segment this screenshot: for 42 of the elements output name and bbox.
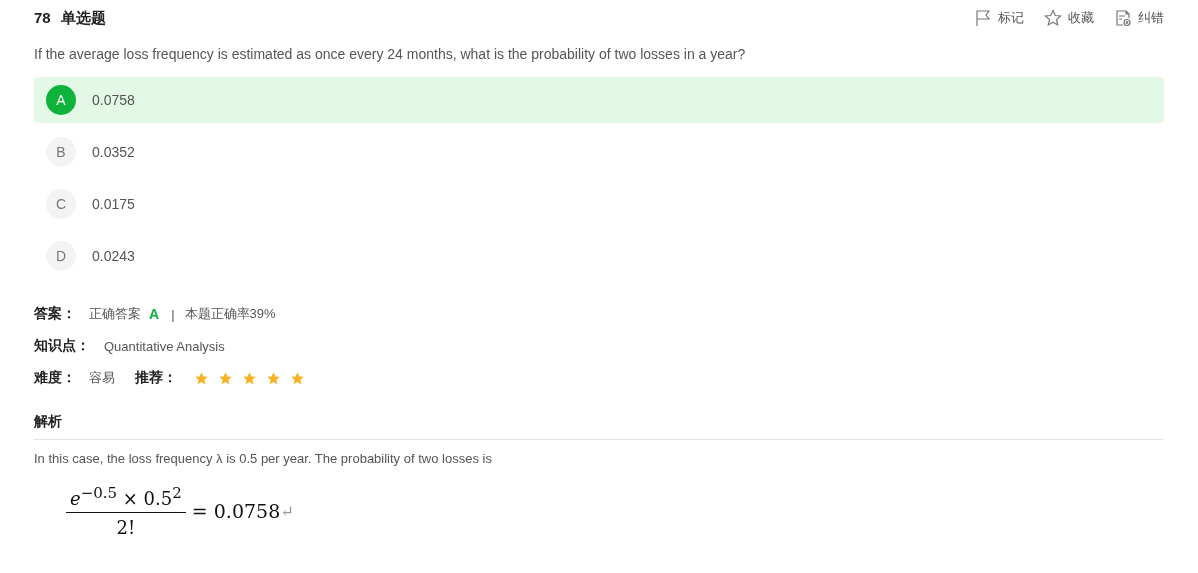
formula-denominator: 2! <box>116 516 136 538</box>
formula-numerator: e$^{−0.5}$ × 0.5$^{2}$ <box>66 484 186 513</box>
flag-icon <box>974 9 992 27</box>
separator: | <box>171 306 175 322</box>
knowledge-label: 知识点： <box>34 337 91 355</box>
option-text: 0.0243 <box>92 248 135 264</box>
star-icon <box>1044 9 1062 27</box>
option-text: 0.0352 <box>92 144 135 160</box>
question-number: 78 <box>34 8 51 28</box>
answer-option[interactable]: D 0.0243 <box>34 233 1164 279</box>
answer-option[interactable]: A 0.0758 <box>34 77 1164 123</box>
analysis-text: In this case, the loss frequency λ is 0.5 per year. The probability of two losses is <box>34 451 493 466</box>
star-button[interactable]: 收藏 <box>1044 9 1094 27</box>
difficulty-label: 难度： <box>34 369 77 387</box>
option-text: 0.0758 <box>92 92 135 108</box>
star-icon <box>242 370 257 386</box>
difficulty-value: 容易 <box>89 369 115 387</box>
report-button[interactable]: 纠错 <box>1114 9 1164 27</box>
recommend-label: 推荐： <box>135 369 178 387</box>
knowledge-value: Quantitative Analysis <box>104 338 225 354</box>
star-icon <box>218 370 233 386</box>
answer-option[interactable]: C 0.0175 <box>34 181 1164 227</box>
option-letter: C <box>46 189 76 219</box>
star-icon <box>290 370 305 386</box>
correct-answer-letter: A <box>149 306 160 322</box>
answer-option[interactable]: B 0.0352 <box>34 129 1164 175</box>
star-icon <box>266 370 281 386</box>
correct-answer-label: 正确答案 <box>89 305 141 323</box>
document-icon <box>1114 9 1132 27</box>
question-type: 单选题 <box>60 8 106 28</box>
option-letter: B <box>46 137 76 167</box>
return-mark: ↵ <box>280 501 294 521</box>
formula-result: = 0.0758 <box>191 500 281 522</box>
option-letter: D <box>46 241 76 271</box>
option-text: 0.0175 <box>92 196 135 212</box>
question-text: If the average loss frequency is estimated as once every 24 months, what is the probability of two losses in a year? <box>34 46 747 62</box>
answer-label: 答案： <box>34 305 77 323</box>
flag-button[interactable]: 标记 <box>974 9 1024 27</box>
analysis-title: 解析 <box>34 413 1164 440</box>
star-icon <box>194 370 209 386</box>
correct-rate: 本题正确率39% <box>184 305 276 323</box>
option-letter: A <box>46 85 76 115</box>
